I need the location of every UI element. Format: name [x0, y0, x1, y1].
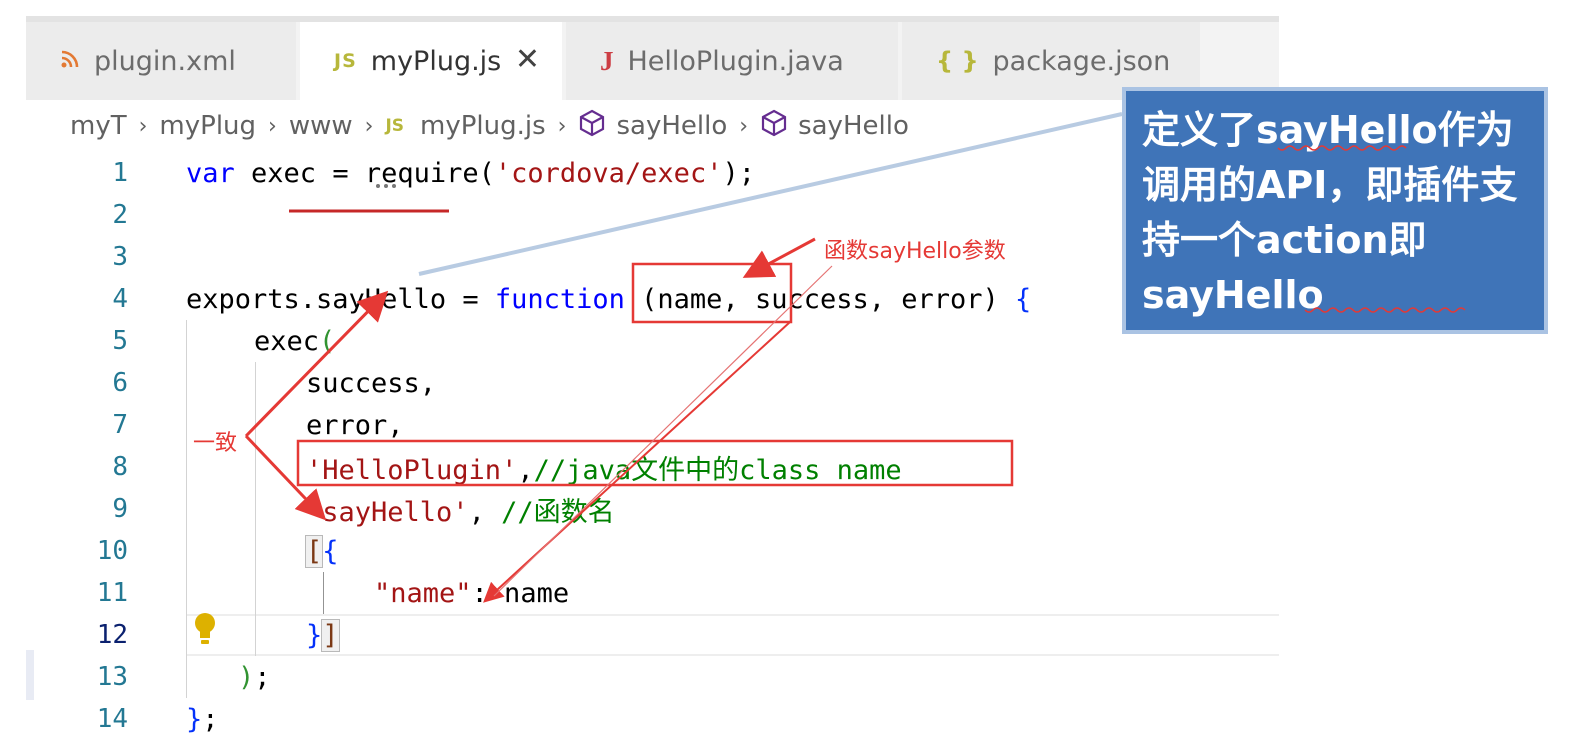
java-icon: J	[600, 45, 614, 76]
keyword: var	[186, 157, 235, 189]
chevron-right-icon: ›	[364, 113, 374, 139]
bracket-match: [	[304, 534, 324, 568]
code-text: exports.sayHello = function (name, succe…	[186, 284, 1031, 315]
line-number: 2	[112, 200, 128, 230]
js-icon: JS	[334, 50, 357, 72]
line-number: 11	[96, 578, 128, 608]
line-number: 4	[112, 284, 128, 314]
code-line[interactable]: 1 var exec = require('cordova/exec');	[26, 152, 1279, 194]
cube-icon	[578, 109, 606, 144]
tab-myplug-js[interactable]: JS myPlug.js ✕	[300, 22, 564, 100]
string-literal: "name"	[374, 577, 472, 609]
breadcrumb-item[interactable]: myPlug	[159, 111, 256, 141]
line-number: 13	[96, 662, 128, 692]
code-token: ;	[202, 703, 219, 735]
line-number: 1	[112, 158, 128, 188]
consistent-annotation-label: 一致	[193, 431, 238, 456]
rss-icon	[60, 47, 80, 75]
close-icon[interactable]: ✕	[515, 42, 540, 77]
code-text: 'sayHello', //函数名	[306, 490, 615, 529]
bracket: }	[186, 703, 203, 735]
code-token: ;	[254, 661, 271, 693]
code-token: (name, success, error)	[624, 283, 1016, 315]
code-token: : name	[471, 577, 570, 609]
code-token: exec = require(	[234, 157, 495, 189]
bracket-match: ]	[321, 618, 340, 652]
line-number: 14	[96, 704, 128, 734]
code-text: success,	[306, 367, 437, 399]
chevron-right-icon: ›	[739, 113, 749, 139]
code-token: ,	[517, 454, 534, 486]
code-text: error,	[306, 409, 404, 441]
code-text: var exec = require('cordova/exec');	[186, 158, 755, 189]
code-text: );	[238, 662, 271, 693]
callout-text: 定义了sayHello作为调用的API，即插件支持一个action即sayHel…	[1142, 108, 1518, 317]
chevron-right-icon: ›	[138, 113, 148, 139]
breadcrumb-symbol[interactable]: sayHello	[578, 109, 727, 144]
code-token: ,	[468, 496, 502, 528]
chevron-right-icon: ›	[268, 113, 277, 139]
breadcrumb: myT › myPlug › www › JS myPlug.js › sayH…	[26, 100, 1279, 152]
line-number: 12	[96, 620, 128, 650]
breadcrumb-item: sayHello	[798, 111, 909, 141]
line-number: 9	[112, 494, 128, 524]
bracket: )	[238, 661, 255, 693]
code-line[interactable]: 11 "name": name	[26, 572, 1279, 614]
line-number: 6	[112, 368, 128, 398]
line-number: 5	[112, 326, 128, 356]
code-line[interactable]: 5 exec(	[26, 320, 1279, 362]
code-line[interactable]: 9 'sayHello', //函数名	[26, 488, 1279, 530]
code-token: exec	[254, 325, 320, 357]
code-text: 'HelloPlugin',//java文件中的class name	[306, 448, 902, 487]
cube-icon	[760, 109, 788, 144]
chevron-right-icon: ›	[557, 113, 567, 139]
code-text: };	[186, 704, 219, 735]
breadcrumb-item: sayHello	[616, 111, 728, 141]
code-line[interactable]: 4 exports.sayHello = function (name, suc…	[26, 278, 1279, 320]
bracket: }	[306, 619, 323, 651]
keyword: function	[494, 283, 625, 315]
tab-label: myPlug.js	[370, 45, 502, 77]
line-number: 3	[112, 242, 128, 272]
params-annotation-label: 函数sayHello参数	[824, 239, 1006, 264]
explanation-callout: 定义了sayHello作为调用的API，即插件支持一个action即sayHel…	[1122, 87, 1548, 334]
bracket: (	[319, 325, 336, 357]
code-text: exec(	[254, 326, 335, 357]
code-line[interactable]: 6 success,	[26, 362, 1279, 404]
code-text: }]	[306, 618, 340, 652]
tab-plugin-xml[interactable]: plugin.xml	[26, 22, 298, 100]
json-braces-icon: { }	[936, 47, 979, 75]
breadcrumb-symbol[interactable]: sayHello	[760, 109, 909, 144]
breadcrumb-item: myPlug.js	[420, 111, 546, 141]
line-number: 7	[112, 410, 128, 440]
code-token: exports.sayHello =	[186, 283, 495, 315]
code-line[interactable]: 3	[26, 236, 1279, 278]
code-line[interactable]: 14 };	[26, 698, 1279, 740]
bracket: {	[322, 535, 339, 567]
code-token: );	[722, 157, 755, 189]
tab-hello-plugin-java[interactable]: J HelloPlugin.java	[566, 22, 900, 100]
string-literal: 'cordova/exec'	[494, 157, 723, 189]
breadcrumb-item[interactable]: myT	[70, 111, 127, 141]
string-literal: 'HelloPlugin'	[306, 454, 518, 486]
tab-label: package.json	[992, 45, 1171, 77]
tab-label: plugin.xml	[94, 45, 236, 77]
bracket: {	[1015, 283, 1032, 315]
code-line[interactable]: 2	[26, 194, 1279, 236]
code-line[interactable]: 13 );	[26, 656, 1279, 698]
comment: //函数名	[501, 496, 615, 528]
code-text: [{	[304, 534, 339, 568]
line-number: 8	[112, 452, 128, 482]
line-number: 10	[96, 536, 128, 566]
tab-bar: plugin.xml JS myPlug.js ✕ J HelloPlugin.…	[26, 22, 1279, 100]
string-literal: 'sayHello'	[306, 496, 469, 528]
breadcrumb-file[interactable]: JS myPlug.js	[385, 111, 545, 141]
breadcrumb-item[interactable]: www	[289, 111, 353, 141]
code-text: "name": name	[374, 578, 569, 609]
lightbulb-icon[interactable]	[193, 612, 217, 650]
tab-label: HelloPlugin.java	[627, 45, 844, 77]
code-line[interactable]: 10 [{	[26, 530, 1279, 572]
js-icon: JS	[385, 116, 405, 136]
comment: //java文件中的class name	[533, 454, 902, 486]
